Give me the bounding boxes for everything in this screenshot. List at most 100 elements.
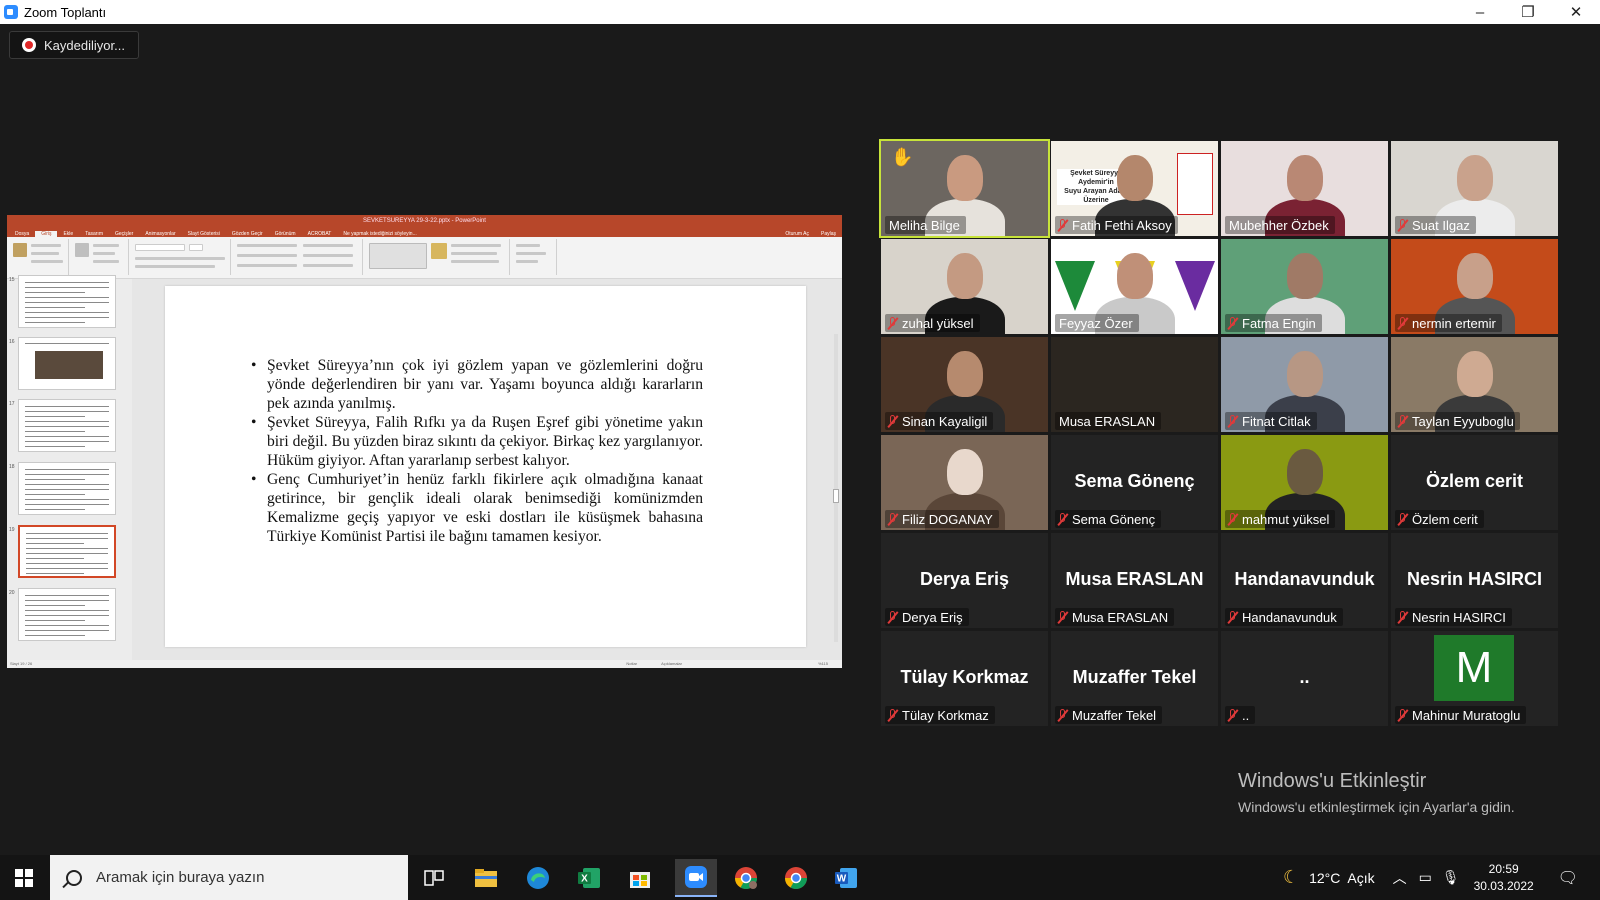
participant-tile[interactable]: Fitnat Citlak (1221, 337, 1388, 432)
participant-display-name: Sema Gönenç (1074, 471, 1195, 491)
participant-face (947, 449, 983, 495)
participant-name-label: Fatma Engin (1225, 314, 1322, 332)
participant-name-label: mahmut yüksel (1225, 510, 1336, 528)
clock[interactable]: 20:59 30.03.2022 (1474, 861, 1534, 895)
edge-icon[interactable] (522, 862, 554, 894)
muted-microphone-icon (1398, 316, 1407, 330)
participant-face (1457, 351, 1493, 397)
zoom-taskbar-icon[interactable] (675, 859, 717, 897)
participant-tile[interactable]: Suat Ilgaz (1391, 141, 1558, 236)
start-button[interactable] (0, 855, 48, 900)
taskbar-search[interactable]: Aramak için buraya yazın (50, 855, 408, 900)
participant-tile[interactable]: Sema Gönenç Sema Gönenç (1051, 435, 1218, 530)
participant-tile[interactable]: Musa ERASLAN Musa ERASLAN (1051, 533, 1218, 628)
participant-tile[interactable]: Handanavunduk Handanavunduk (1221, 533, 1388, 628)
word-icon[interactable]: W (830, 862, 862, 894)
slide-thumbnail[interactable] (18, 337, 116, 390)
participant-tile[interactable]: Derya Eriş Derya Eriş (881, 533, 1048, 628)
participant-tile[interactable]: .... (1221, 631, 1388, 726)
participant-face (1287, 155, 1323, 201)
participant-name: .. (1242, 707, 1250, 723)
participant-name: Muzaffer Tekel (1072, 707, 1157, 723)
notes-button[interactable]: Notlar (626, 660, 637, 668)
participant-name: Sinan Kayaligil (902, 413, 988, 429)
ribbon-group-editing (512, 239, 557, 275)
ribbon-group-drawing (365, 239, 510, 275)
comments-button[interactable]: Açıklamalar (661, 660, 682, 668)
participant-name: Handanavunduk (1242, 609, 1337, 625)
clock-time: 20:59 (1488, 861, 1519, 876)
minimize-button[interactable]: – (1456, 0, 1504, 24)
slide-thumbnail[interactable] (18, 588, 116, 641)
participant-tile[interactable]: Feyyaz Özer (1051, 239, 1218, 334)
thumbnail-number: 17 (9, 401, 15, 407)
slide-thumbnail[interactable] (18, 399, 116, 452)
moon-icon: ☾ (1282, 867, 1300, 887)
slide-thumbnails: 15 16 17 18 19 20 (7, 275, 132, 660)
participant-tile[interactable]: Nesrin HASIRCI Nesrin HASIRCI (1391, 533, 1558, 628)
zoom-level[interactable]: %115 (818, 660, 828, 668)
participant-tile[interactable]: nermin ertemir (1391, 239, 1558, 334)
watermark-title: Windows'u Etkinleştir (1238, 770, 1427, 792)
participant-tile[interactable]: Sinan Kayaligil (881, 337, 1048, 432)
participant-name-label: Özlem cerit (1395, 510, 1484, 528)
close-button[interactable]: ✕ (1552, 0, 1600, 24)
ribbon-group-clipboard (9, 239, 69, 275)
participant-name: Fitnat Citlak (1242, 413, 1311, 429)
participant-name-label: Suat Ilgaz (1395, 216, 1476, 234)
participant-tile[interactable]: ✋ Meliha Bilge (879, 139, 1050, 238)
muted-microphone-icon (1228, 610, 1237, 624)
restore-button[interactable]: ❐ (1504, 0, 1552, 24)
participant-tile[interactable]: Tülay Korkmaz Tülay Korkmaz (881, 631, 1048, 726)
participant-tile[interactable]: zuhal yüksel (881, 239, 1048, 334)
weather-text[interactable]: 12°C Açık (1309, 870, 1375, 886)
participant-avatar: M (1434, 635, 1514, 701)
muted-microphone-icon (1228, 708, 1237, 722)
participant-face (1287, 351, 1323, 397)
participant-name-label: Musa ERASLAN (1055, 608, 1175, 626)
excel-icon[interactable]: X (573, 862, 605, 894)
slide-bullet: Şevket Süreyya, Falih Rıfkı ya da Ruşen … (251, 413, 703, 470)
participant-name-label: Sinan Kayaligil (885, 412, 994, 430)
muted-microphone-icon (1228, 512, 1237, 526)
participant-name-label: Tülay Korkmaz (885, 706, 995, 724)
participant-display-name: Nesrin HASIRCI (1406, 569, 1543, 589)
participant-tile[interactable]: Şevket Süreyya Aydemir'in Suyu Arayan Ada… (1051, 141, 1218, 236)
participant-tile[interactable]: Taylan Eyyuboglu (1391, 337, 1558, 432)
participant-face (1457, 155, 1493, 201)
participant-name-label: Sema Gönenç (1055, 510, 1162, 528)
device-icon[interactable]: ▭ (1419, 869, 1432, 886)
slide-thumbnail[interactable] (18, 462, 116, 515)
chevron-up-icon[interactable]: ︿ (1393, 868, 1407, 888)
participant-tile[interactable]: Fatma Engin (1221, 239, 1388, 334)
participant-tile[interactable]: mahmut yüksel (1221, 435, 1388, 530)
logo-triangle (1175, 261, 1215, 311)
participant-tile[interactable]: M Mahinur Muratoglu (1391, 631, 1558, 726)
muted-microphone-icon (1398, 708, 1407, 722)
slide-thumbnail[interactable] (18, 525, 116, 578)
recording-indicator[interactable]: Kaydediliyor... (9, 31, 139, 59)
microphone-icon[interactable]: 🎙 (1442, 869, 1460, 886)
slide-scrollbar[interactable] (833, 334, 839, 642)
participant-display-name: .. (1299, 667, 1310, 687)
participant-face (947, 253, 983, 299)
participant-tile[interactable]: Filiz DOGANAY (881, 435, 1048, 530)
participant-tile[interactable]: Özlem cerit Özlem cerit (1391, 435, 1558, 530)
participant-name: Mubehher Özbek (1229, 217, 1329, 233)
participant-tile[interactable]: Mubehher Özbek (1221, 141, 1388, 236)
participant-tile[interactable]: Muzaffer Tekel Muzaffer Tekel (1051, 631, 1218, 726)
muted-microphone-icon (1058, 610, 1067, 624)
powerpoint-workspace: 15 16 17 18 19 20 Şevket Süreyya’nın çok iyi … (7, 275, 842, 660)
participant-display-name: Handanavunduk (1234, 569, 1375, 589)
ribbon-group-slides (71, 239, 129, 275)
search-icon (66, 869, 82, 886)
task-view-icon[interactable] (418, 862, 450, 894)
notification-icon[interactable]: 🗨 (1558, 868, 1578, 888)
slide-thumbnail[interactable] (18, 275, 116, 328)
store-icon[interactable] (624, 862, 656, 894)
muted-microphone-icon (1228, 316, 1237, 330)
chrome-icon[interactable] (780, 862, 812, 894)
participant-tile[interactable]: Musa ERASLAN (1051, 337, 1218, 432)
chrome-profile-icon[interactable] (730, 862, 762, 894)
file-explorer-icon[interactable] (470, 862, 502, 894)
